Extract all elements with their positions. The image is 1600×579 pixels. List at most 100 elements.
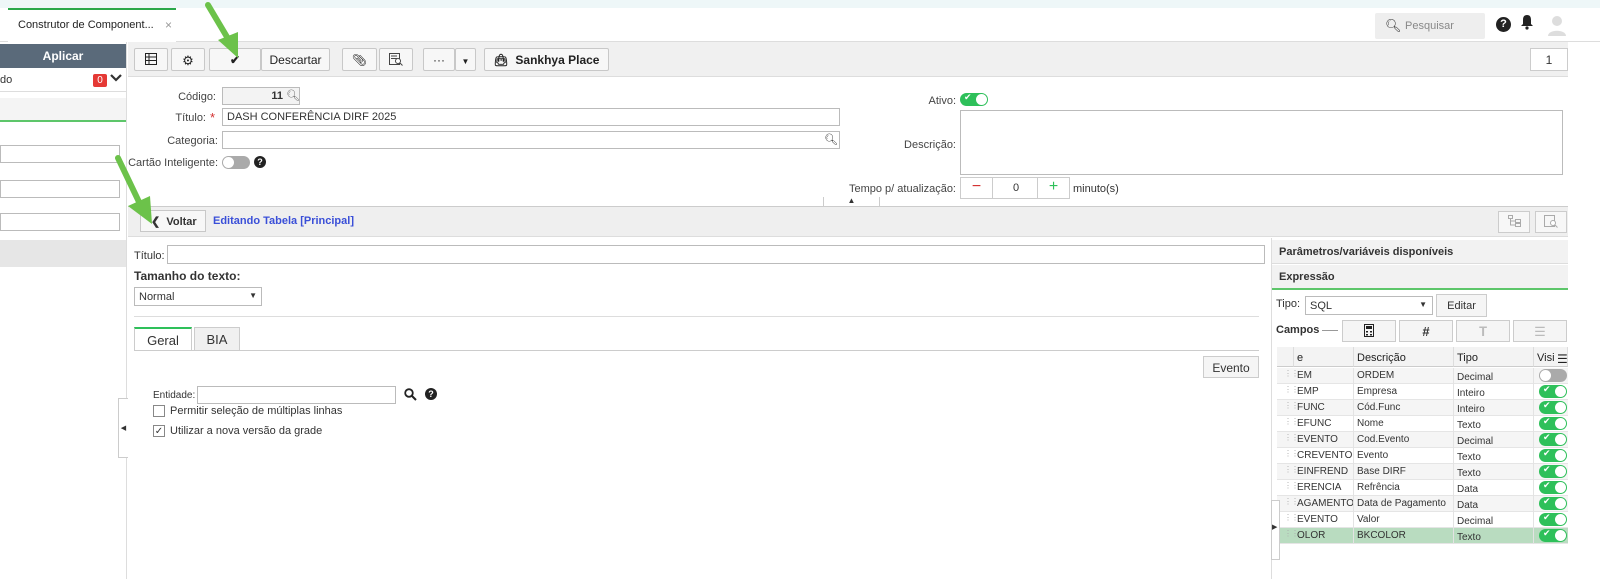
grid-view-button[interactable] bbox=[134, 48, 168, 71]
tab-bia[interactable]: BIA bbox=[194, 327, 240, 351]
layers-button[interactable]: ☰ bbox=[1513, 320, 1567, 342]
table-row[interactable]: ⋮⋮ EVENTO Valor Decimal ✔ bbox=[1277, 512, 1568, 528]
drag-handle-icon[interactable]: ⋮⋮ bbox=[1284, 498, 1299, 508]
categoria-search-icon[interactable]: 🔍︎ bbox=[824, 133, 838, 146]
expression-header[interactable]: Expressão bbox=[1272, 265, 1568, 290]
plus-icon[interactable]: + bbox=[1037, 178, 1069, 198]
text-size-button[interactable]: 𝐓 bbox=[1456, 320, 1510, 342]
drag-handle-icon[interactable]: ⋮⋮ bbox=[1284, 434, 1299, 444]
search-placeholder: Pesquisar bbox=[1405, 20, 1454, 32]
left-filter-input-1[interactable] bbox=[0, 145, 120, 163]
drag-handle-icon[interactable]: ⋮⋮ bbox=[1284, 418, 1299, 428]
cell-type: Data bbox=[1454, 480, 1534, 496]
table-row[interactable]: ⋮⋮ EM ORDEM Decimal bbox=[1277, 368, 1568, 384]
drag-handle-icon[interactable]: ⋮⋮ bbox=[1284, 386, 1299, 396]
attach-button[interactable]: 📎︎ bbox=[342, 48, 377, 71]
table-row[interactable]: ⋮⋮ CREVENTO Evento Texto ✔ bbox=[1277, 448, 1568, 464]
avatar-icon[interactable] bbox=[1547, 14, 1567, 36]
descricao-textarea[interactable] bbox=[960, 110, 1563, 175]
visible-toggle[interactable]: ✔ bbox=[1539, 432, 1567, 446]
cartao-help-icon[interactable]: ? bbox=[254, 156, 266, 168]
preview-button[interactable] bbox=[1535, 211, 1567, 233]
main-titulo-field[interactable] bbox=[167, 245, 1265, 264]
left-filter-row[interactable]: do bbox=[0, 70, 126, 92]
cell-type: Texto bbox=[1454, 528, 1534, 544]
grid-header-name[interactable]: e bbox=[1294, 347, 1354, 367]
help-icon[interactable]: ? bbox=[1496, 17, 1511, 32]
table-row[interactable]: ⋮⋮ EFUNC Nome Texto ✔ bbox=[1277, 416, 1568, 432]
entidade-field[interactable] bbox=[197, 386, 396, 404]
cell-description: ORDEM bbox=[1354, 368, 1454, 384]
more-button[interactable]: ··· bbox=[423, 48, 455, 71]
visible-toggle[interactable]: ✔ bbox=[1539, 464, 1567, 478]
left-filter-input-3[interactable] bbox=[0, 213, 120, 231]
more-dropdown-button[interactable]: ▼ bbox=[455, 48, 476, 71]
drag-handle-icon[interactable]: ⋮⋮ bbox=[1284, 450, 1299, 460]
discard-button[interactable]: Descartar bbox=[261, 48, 330, 71]
left-collapse-handle[interactable]: ◀ bbox=[118, 398, 128, 458]
table-row[interactable]: ⋮⋮ EVENTO Cod.Evento Decimal ✔ bbox=[1277, 432, 1568, 448]
apply-button[interactable]: Aplicar bbox=[0, 44, 126, 68]
new-grid-checkbox[interactable]: ✓ bbox=[153, 425, 165, 437]
editar-button[interactable]: Editar bbox=[1436, 294, 1487, 317]
drag-handle-icon[interactable]: ⋮⋮ bbox=[1284, 370, 1299, 380]
drag-handle-icon[interactable]: ⋮⋮ bbox=[1284, 402, 1299, 412]
tempo-value[interactable]: 0 bbox=[993, 178, 1039, 198]
grid-header-description[interactable]: Descrição bbox=[1354, 347, 1454, 367]
tempo-stepper[interactable]: − 0 + bbox=[960, 177, 1070, 199]
table-row[interactable]: ⋮⋮ FUNC Cód.Func Inteiro ✔ bbox=[1277, 400, 1568, 416]
visible-toggle[interactable]: ✔ bbox=[1539, 512, 1567, 526]
right-collapse-handle[interactable]: ▶ bbox=[1271, 500, 1280, 560]
cell-name: AGAMENTO bbox=[1294, 496, 1354, 512]
visible-toggle[interactable]: ✔ bbox=[1539, 528, 1567, 542]
params-header[interactable]: Parâmetros/variáveis disponíveis bbox=[1272, 240, 1568, 264]
report-button[interactable] bbox=[379, 48, 413, 71]
visible-toggle[interactable]: ✔ bbox=[1539, 400, 1567, 414]
codigo-search-icon[interactable]: 🔍︎ bbox=[286, 89, 300, 102]
tab-close-icon[interactable]: × bbox=[165, 18, 172, 32]
drag-handle-icon[interactable]: ⋮⋮ bbox=[1284, 466, 1299, 476]
visible-toggle[interactable] bbox=[1539, 369, 1567, 382]
visible-toggle[interactable]: ✔ bbox=[1539, 480, 1567, 494]
tab-geral[interactable]: Geral bbox=[134, 327, 192, 351]
visible-toggle[interactable]: ✔ bbox=[1539, 384, 1567, 398]
grid-header-visible[interactable]: Visi bbox=[1534, 347, 1558, 367]
tree-view-button[interactable] bbox=[1498, 211, 1530, 233]
search-box[interactable]: 🔍︎ Pesquisar bbox=[1375, 13, 1485, 39]
drag-handle-icon[interactable]: ⋮⋮ bbox=[1284, 530, 1299, 540]
table-row[interactable]: ⋮⋮ EINFREND Base DIRF Texto ✔ bbox=[1277, 464, 1568, 480]
categoria-field[interactable] bbox=[222, 131, 840, 149]
table-row[interactable]: ⋮⋮ ERENCIA Refrência Data ✔ bbox=[1277, 480, 1568, 496]
grid-header-type[interactable]: Tipo bbox=[1454, 347, 1534, 367]
page-number[interactable]: 1 bbox=[1530, 48, 1568, 71]
bell-icon[interactable] bbox=[1520, 14, 1534, 33]
cartao-toggle[interactable] bbox=[222, 156, 250, 169]
entidade-help-icon[interactable]: ? bbox=[425, 388, 437, 400]
drag-handle-icon[interactable]: ⋮⋮ bbox=[1284, 514, 1299, 524]
hash-button[interactable]: # bbox=[1399, 320, 1453, 342]
minus-icon[interactable]: − bbox=[961, 178, 993, 198]
table-row[interactable]: ⋮⋮ OLOR BKCOLOR Texto ✔ bbox=[1277, 528, 1568, 544]
left-filter-input-2[interactable] bbox=[0, 180, 120, 198]
titulo-field[interactable]: DASH CONFERÊNCIA DIRF 2025 bbox=[222, 108, 840, 126]
visible-toggle[interactable]: ✔ bbox=[1539, 416, 1567, 430]
check-icon: ✓ bbox=[154, 426, 164, 437]
calculator-button[interactable] bbox=[1342, 320, 1396, 342]
titulo-label: Título: bbox=[175, 112, 206, 124]
drag-handle-icon[interactable]: ⋮⋮ bbox=[1284, 482, 1299, 492]
tipo-select[interactable]: SQL ▼ bbox=[1305, 296, 1433, 315]
tab-construtor[interactable]: Construtor de Component... × bbox=[8, 8, 176, 42]
cell-description: Empresa bbox=[1354, 384, 1454, 400]
ativo-toggle[interactable]: ✔ bbox=[960, 92, 988, 106]
chevron-down-icon[interactable] bbox=[110, 73, 122, 86]
visible-toggle[interactable]: ✔ bbox=[1539, 448, 1567, 462]
visible-toggle[interactable]: ✔ bbox=[1539, 496, 1567, 510]
evento-button[interactable]: Evento bbox=[1203, 356, 1259, 378]
multi-select-checkbox[interactable] bbox=[153, 405, 165, 417]
grid-menu-icon[interactable]: ☰ bbox=[1556, 347, 1568, 367]
entidade-search-icon[interactable] bbox=[404, 388, 417, 404]
tamanho-select[interactable]: Normal ▼ bbox=[134, 287, 262, 306]
sankhya-place-button[interactable]: 👜︎ Sankhya Place bbox=[484, 48, 609, 71]
table-row[interactable]: ⋮⋮ EMP Empresa Inteiro ✔ bbox=[1277, 384, 1568, 400]
table-row[interactable]: ⋮⋮ AGAMENTO Data de Pagamento Data ✔ bbox=[1277, 496, 1568, 512]
